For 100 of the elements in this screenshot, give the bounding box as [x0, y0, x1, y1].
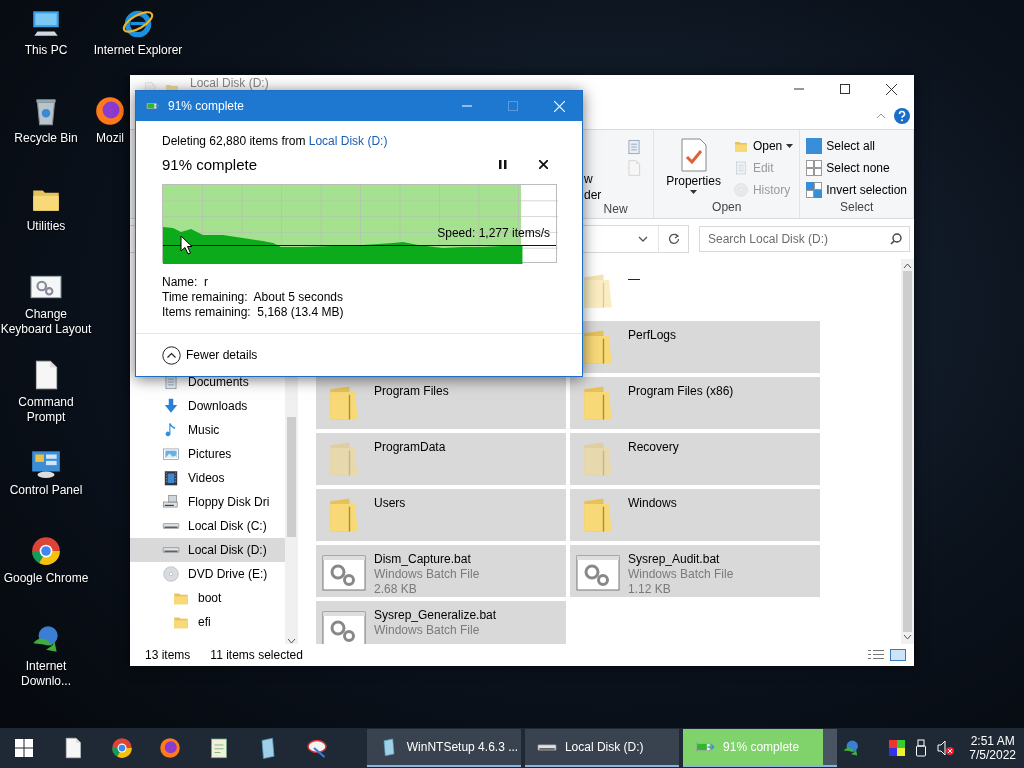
drive-icon — [162, 547, 180, 553]
nav-item[interactable]: Local Disk (C:) — [130, 514, 285, 538]
close-icon — [538, 159, 548, 169]
nav-item[interactable]: Music — [130, 418, 285, 442]
grid-icon — [806, 181, 823, 198]
browser-icon — [109, 736, 134, 760]
download-arrow-icon — [162, 397, 180, 415]
nav-item[interactable]: Documents — [130, 370, 285, 394]
file-name: Program Files — [374, 384, 449, 398]
muted-speaker-icon[interactable] — [937, 740, 956, 756]
search-field[interactable]: Search Local Disk (D:) — [699, 226, 910, 252]
file-tile[interactable]: — — [570, 265, 820, 317]
file-type: Windows Batch File — [374, 623, 481, 637]
nav-item[interactable]: Local Disk (D:) — [130, 538, 285, 562]
item-count: 13 items — [145, 648, 191, 662]
desktop-shortcut[interactable]: Change Keyboard Layout — [0, 270, 92, 337]
ribbon-button[interactable]: Invert selection — [806, 180, 907, 199]
desktop-shortcut[interactable]: Google Chrome — [0, 534, 92, 586]
file-type: Windows Batch File — [628, 567, 734, 581]
file-tile[interactable]: ProgramData — [316, 433, 566, 485]
ribbon-button[interactable]: Select none — [806, 158, 907, 177]
properties-button[interactable]: Properties — [660, 134, 727, 200]
file-name: Users — [374, 496, 406, 510]
desktop-shortcut[interactable]: Utilities — [0, 182, 92, 234]
shortcut-label: Change Keyboard Layout — [0, 307, 92, 337]
mouse-pointer-icon — [180, 235, 193, 255]
nav-item[interactable]: Videos — [130, 466, 285, 490]
chevron-up-icon — [162, 345, 181, 365]
detail-text: Items remaining: 5,168 (13.4 MB) — [162, 305, 345, 319]
desktop-shortcut[interactable]: Control Panel — [0, 446, 92, 498]
file-tile[interactable]: Sysrep_Generalize.bat Windows Batch File — [316, 601, 566, 644]
ribbon-button[interactable]: Select all — [806, 136, 907, 155]
progress-heading: 91% complete — [162, 155, 259, 173]
group-label: New — [602, 202, 629, 216]
shortcut-label: Internet Downlo... — [20, 659, 72, 689]
file-size: 2.68 KB — [374, 582, 418, 596]
window-title: Local Disk (D:) — [190, 75, 270, 89]
file-name: Program Files (x86) — [628, 384, 734, 398]
taskbar-button[interactable]: WinNTSetup 4.6.3 ... — [366, 729, 521, 767]
location-link[interactable]: Local Disk (D:) — [308, 134, 388, 148]
detail-text: Time remaining: About 5 seconds — [162, 290, 344, 304]
color-swatch-icon[interactable] — [889, 740, 906, 756]
shortcut-label: Utilities — [26, 219, 66, 234]
file-type: Windows Batch File — [374, 567, 480, 581]
scroll-down-icon[interactable] — [287, 638, 296, 644]
detail-text: Name: r — [162, 275, 209, 289]
tiles-view-icon[interactable] — [890, 649, 906, 661]
file-tile[interactable]: Windows — [570, 489, 820, 541]
nav-item[interactable]: efi — [130, 610, 285, 634]
operation-text: Deleting 62,880 items from Local Disk (D:) — [162, 134, 389, 148]
desktop-shortcut[interactable]: Command Prompt — [0, 358, 92, 425]
file-tile[interactable]: Program Files — [316, 377, 566, 429]
minimize-icon — [794, 88, 804, 90]
scroll-up-icon[interactable] — [903, 263, 912, 269]
speed-label: Speed: 1,277 items/s — [437, 226, 550, 240]
maximize-icon — [508, 101, 518, 111]
desktop-shortcut[interactable]: This PC — [0, 6, 92, 58]
nav-item[interactable]: DVD Drive (E:) — [130, 562, 285, 586]
file-tile[interactable]: Program Files (x86) — [570, 377, 820, 429]
desktop-shortcut[interactable]: Internet Explorer — [92, 6, 184, 58]
nav-item[interactable]: Downloads — [130, 394, 285, 418]
file-tile[interactable]: Users — [316, 489, 566, 541]
fewer-details-button[interactable]: Fewer details — [162, 345, 258, 365]
clock[interactable]: 2:51 AM 7/5/2022 — [969, 734, 1016, 762]
taskbar-button[interactable]: Local Disk (D:) — [524, 729, 680, 767]
film-icon — [162, 469, 180, 487]
file-name: Recovery — [628, 440, 679, 454]
file-tile[interactable]: Sysrep_Audit.bat Windows Batch File 1.12 KB — [570, 545, 820, 597]
ribbon-button[interactable]: Open — [732, 136, 794, 155]
file-name: ProgramData — [374, 440, 446, 454]
file-name: Dism_Capture.bat — [374, 552, 472, 566]
file-tile[interactable]: Dism_Capture.bat Windows Batch File 2.68 KB — [316, 545, 566, 597]
desktop-shortcut[interactable]: Internet Downlo... — [0, 622, 92, 689]
desktop-shortcut[interactable]: Mozil — [91, 94, 129, 146]
group-label: Open — [711, 200, 743, 216]
browser-icon — [29, 534, 63, 568]
help-icon[interactable] — [894, 108, 910, 124]
file-tile[interactable]: Recovery — [570, 433, 820, 485]
new-folder-button[interactable]: w der — [584, 134, 602, 202]
caret-icon — [786, 143, 794, 148]
collapse-ribbon-icon[interactable] — [876, 113, 886, 119]
file-size: 1.12 KB — [628, 582, 672, 596]
scrollbar[interactable] — [901, 259, 914, 644]
selection-count: 11 items selected — [210, 648, 303, 662]
desktop-shortcut[interactable]: Recycle Bin — [0, 94, 92, 146]
nav-item[interactable]: boot — [130, 586, 285, 610]
file-name: — — [628, 272, 640, 286]
usb-icon[interactable] — [915, 739, 928, 757]
checkmark-document-icon — [679, 138, 708, 172]
file-name: Sysrep_Audit.bat — [628, 552, 721, 566]
nav-item[interactable]: Pictures — [130, 442, 285, 466]
file-name: Windows — [628, 496, 677, 510]
browser-icon — [93, 94, 127, 128]
details-view-icon[interactable] — [868, 649, 884, 661]
shortcut-label: Google Chrome — [3, 571, 89, 586]
windows-logo-icon — [15, 739, 34, 757]
picture-icon — [162, 445, 180, 463]
nav-item[interactable]: Floppy Disk Dri — [130, 490, 285, 514]
shortcut-label: This PC — [24, 43, 68, 58]
scroll-down-icon[interactable] — [903, 634, 912, 640]
